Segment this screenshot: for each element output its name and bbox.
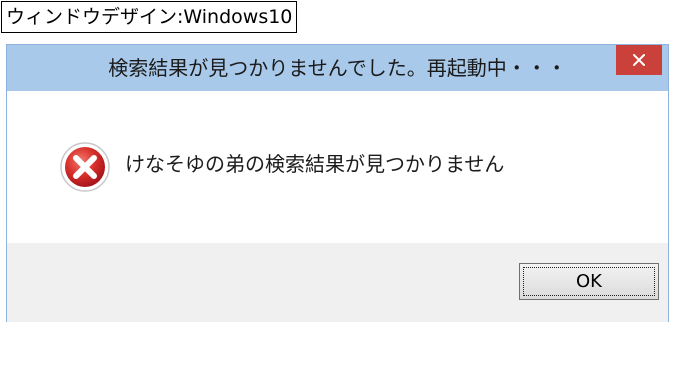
close-icon [633, 54, 645, 66]
button-bar: OK [7, 243, 668, 322]
error-message: けなそゆの弟の検索結果が見つかりません [125, 152, 505, 176]
dialog-window: 検索結果が見つかりませんでした。再起動中・・・ けなそゆの弟の検索結果が見つかり… [6, 44, 669, 322]
dialog-content: けなそゆの弟の検索結果が見つかりません [7, 91, 668, 243]
dialog-title: 検索結果が見つかりませんでした。再起動中・・・ [108, 56, 567, 80]
ok-button[interactable]: OK [519, 263, 659, 300]
close-button[interactable] [616, 45, 662, 75]
caption-label: ウィンドウデザイン:Windows10 [1, 1, 298, 33]
ok-button-label: OK [576, 271, 602, 292]
error-icon [60, 142, 110, 192]
title-bar[interactable]: 検索結果が見つかりませんでした。再起動中・・・ [7, 45, 668, 91]
